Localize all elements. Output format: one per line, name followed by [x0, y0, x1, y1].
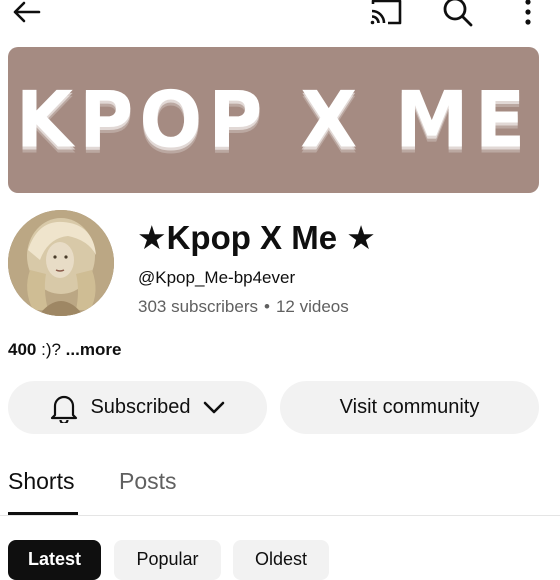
more-link[interactable]: ...more: [66, 340, 122, 359]
subscribed-button[interactable]: Subscribed: [8, 381, 267, 434]
channel-banner: KPOP X ME: [8, 47, 539, 193]
channel-handle: @Kpop_Me-bp4ever: [138, 268, 296, 287]
tab-divider: [0, 515, 560, 516]
subscriber-count: 303 subscribers: [138, 297, 259, 316]
channel-name: ★Kpop X Me ★: [137, 219, 376, 256]
chip-oldest[interactable]: Oldest: [233, 540, 329, 580]
cast-icon: [370, 0, 402, 25]
back-arrow-icon: [13, 1, 41, 23]
chevron-down-icon: [203, 401, 224, 413]
back-button[interactable]: [6, 0, 46, 30]
more-options-button[interactable]: [508, 0, 548, 30]
channel-stats: 303 subscribers • 12 videos: [138, 297, 349, 317]
visit-community-button[interactable]: Visit community: [280, 381, 539, 434]
channel-description[interactable]: 400 :)? ...more: [8, 340, 121, 360]
tab-shorts[interactable]: Shorts: [8, 468, 74, 495]
tab-posts[interactable]: Posts: [119, 468, 177, 495]
more-vertical-icon: [525, 0, 531, 25]
video-count: 12 videos: [275, 297, 349, 316]
channel-avatar[interactable]: [8, 210, 114, 316]
chip-latest[interactable]: Latest: [8, 540, 101, 580]
search-icon: [443, 0, 473, 27]
description-number: 400: [8, 340, 37, 359]
chip-popular[interactable]: Popular: [114, 540, 221, 580]
avatar-portrait: [8, 210, 114, 316]
bell-icon: [51, 395, 78, 423]
description-text: :)?: [36, 340, 66, 359]
stats-separator: •: [264, 297, 270, 316]
search-button[interactable]: [436, 0, 480, 30]
banner-text: KPOP X ME: [15, 74, 532, 166]
subscribed-label: Subscribed: [90, 396, 191, 418]
cast-button[interactable]: [364, 0, 408, 30]
visit-community-label: Visit community: [339, 396, 480, 418]
